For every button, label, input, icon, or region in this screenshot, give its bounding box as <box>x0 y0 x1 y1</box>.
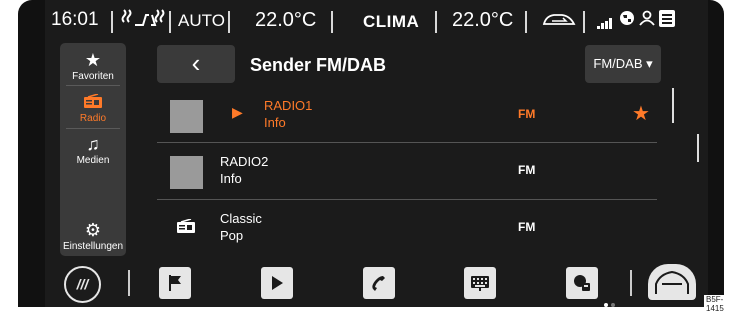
flag-icon[interactable] <box>159 267 191 299</box>
dock-separator <box>630 270 632 296</box>
sidebar-item-favoriten[interactable]: ★ Favoriten <box>60 51 126 82</box>
station-band: FM <box>518 220 536 234</box>
phone-icon[interactable] <box>363 267 395 299</box>
separator <box>583 11 585 33</box>
sidebar-divider <box>66 128 120 129</box>
separator <box>435 11 437 33</box>
sidebar-item-label: Radio <box>79 113 107 124</box>
globe-icon <box>619 10 635 32</box>
user-icon <box>639 10 655 32</box>
clock: 16:01 <box>51 9 99 30</box>
sidebar-divider <box>66 85 120 86</box>
clima-button[interactable]: CLIMA <box>363 12 419 32</box>
separator <box>111 11 113 33</box>
car-icon[interactable] <box>648 264 696 300</box>
station-logo <box>170 100 203 133</box>
scrollbar-thumb[interactable] <box>672 88 674 123</box>
temp-left[interactable]: 22.0°C <box>255 9 316 32</box>
temp-right[interactable]: 22.0°C <box>452 9 513 32</box>
auto-mode-button[interactable]: AUTO <box>178 11 225 31</box>
status-bar: 16:01 AUTO 22.0°C CLIMA 22.0°C <box>45 4 708 36</box>
page-dot <box>611 303 615 307</box>
page-title: Sender FM/DAB <box>250 55 387 75</box>
back-button[interactable]: ‹ <box>157 45 235 83</box>
sidebar-item-medien[interactable]: ♫ Medien <box>60 135 126 166</box>
separator <box>228 11 230 33</box>
radio-icon <box>177 218 195 237</box>
station-row[interactable]: RADIO2 Info FM <box>157 144 657 199</box>
dock-separator <box>128 270 130 296</box>
row-divider <box>157 142 657 143</box>
play-icon: ▶ <box>232 104 243 120</box>
play-icon[interactable] <box>261 267 293 299</box>
music-note-icon: ♫ <box>86 134 100 154</box>
station-row[interactable]: Classic Pop FM <box>157 201 657 256</box>
car-recirculation-icon[interactable] <box>542 11 576 35</box>
signal-icon <box>597 13 615 35</box>
station-logo <box>170 156 203 189</box>
separator <box>525 11 527 33</box>
sidebar: ★ Favoriten Radio ♫ Medien ⚙ Einstellung… <box>60 43 126 256</box>
station-info: Pop <box>220 228 244 243</box>
fuel-icon[interactable] <box>566 267 598 299</box>
separator <box>331 11 333 33</box>
row-divider <box>157 199 657 200</box>
sidebar-item-label: Einstellungen <box>62 241 124 252</box>
favorite-star-icon[interactable]: ★ <box>632 101 650 126</box>
station-info: Info <box>264 115 286 130</box>
sidebar-item-label: Favoriten <box>72 71 114 82</box>
station-row[interactable]: ▶ RADIO1 Info FM ★ <box>157 88 657 143</box>
station-name: RADIO1 <box>264 98 313 113</box>
station-band: FM <box>518 163 536 177</box>
station-band: FM <box>518 107 536 121</box>
station-info: Info <box>220 171 242 186</box>
home-button[interactable]: /// <box>64 266 101 303</box>
station-name: Classic <box>220 211 262 226</box>
seat-heating-icon[interactable] <box>121 7 165 35</box>
station-name: RADIO2 <box>220 154 269 169</box>
chevron-left-icon: ‹ <box>191 48 201 78</box>
gear-icon: ⚙ <box>84 220 102 240</box>
band-select-button[interactable]: FM/DAB ▾ <box>585 45 661 83</box>
sidebar-item-einstellungen[interactable]: ⚙ Einstellungen <box>60 221 126 252</box>
page-dot-active <box>604 303 608 307</box>
page-indicator <box>604 294 618 312</box>
separator <box>169 11 171 33</box>
radio-icon <box>60 93 126 113</box>
sidebar-item-label: Medien <box>76 155 110 166</box>
menu-icon[interactable] <box>659 10 675 33</box>
star-icon: ★ <box>84 50 102 70</box>
scrollbar-indicator <box>697 134 699 162</box>
sidebar-item-radio[interactable]: Radio <box>60 93 126 124</box>
keyboard-icon[interactable] <box>464 267 496 299</box>
image-code: B5F-1415 <box>704 295 742 313</box>
